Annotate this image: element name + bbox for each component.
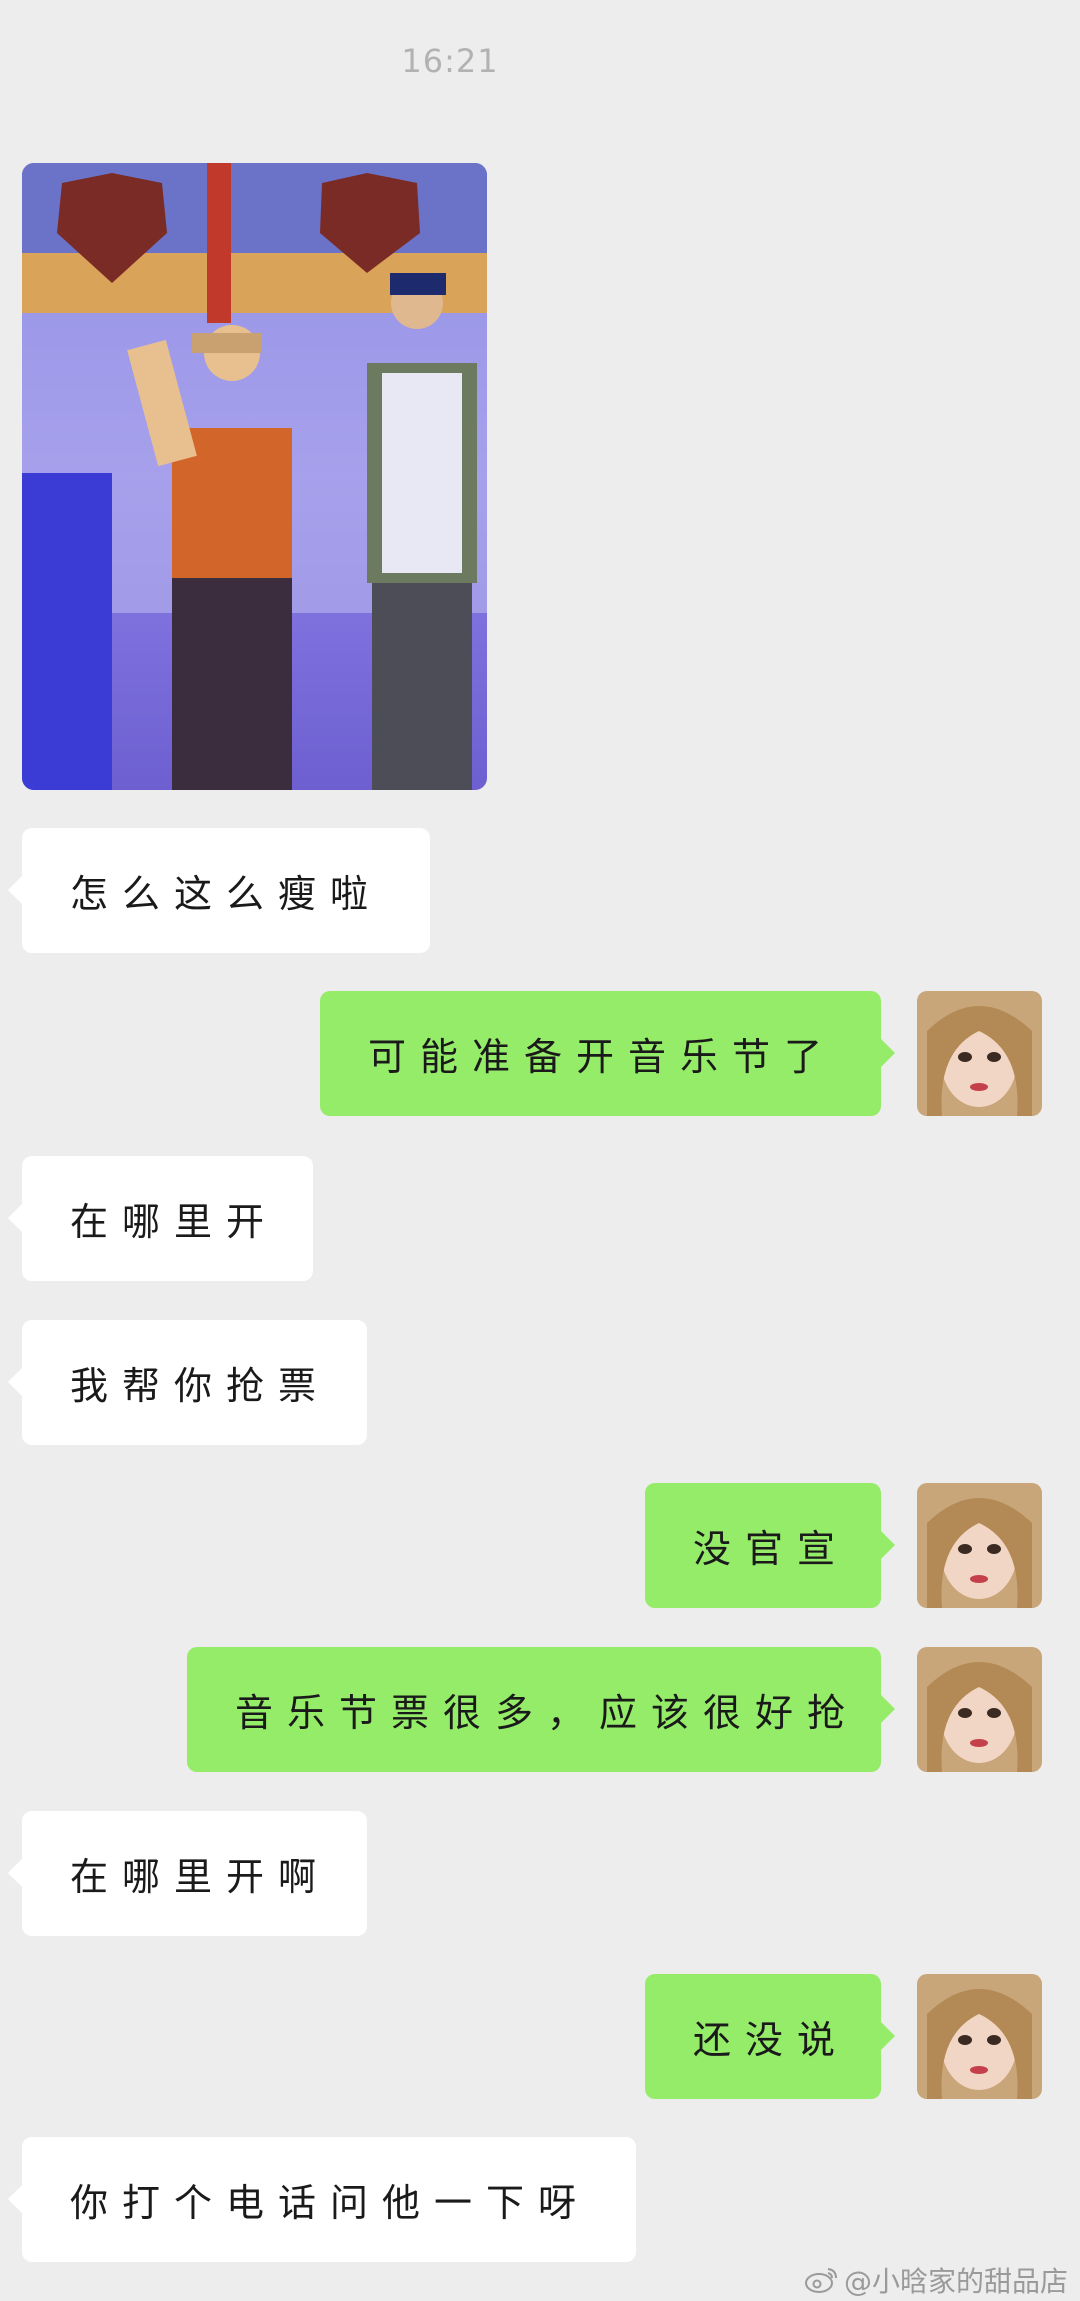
- user-avatar[interactable]: [917, 1974, 1042, 2099]
- photo-thumbnail: [22, 163, 487, 790]
- outgoing-message-bubble[interactable]: 音乐节票很多，应该很好抢: [187, 1647, 895, 1772]
- message-row: 你打个电话问他一下呀: [0, 2137, 1080, 2262]
- message-row: 在哪里开: [0, 1156, 1080, 1281]
- message-row: 可能准备开音乐节了: [0, 991, 1080, 1116]
- message-row: 还没说: [0, 1974, 1080, 2099]
- incoming-message-bubble[interactable]: 你打个电话问他一下呀: [8, 2137, 636, 2262]
- incoming-message-bubble[interactable]: 怎么这么瘦啦: [7, 828, 431, 953]
- outgoing-message-bubble[interactable]: 可能准备开音乐节了: [320, 991, 895, 1116]
- incoming-message-bubble[interactable]: 我帮你抢票: [8, 1320, 367, 1445]
- message-row: 我帮你抢票: [0, 1320, 1080, 1445]
- avatar-image: [917, 991, 1042, 1116]
- message-row: 音乐节票很多，应该很好抢: [0, 1647, 1080, 1772]
- message-timestamp: 16:21: [401, 42, 499, 80]
- weibo-icon: [804, 2268, 837, 2293]
- outgoing-message-bubble[interactable]: 没官宣: [645, 1483, 895, 1608]
- avatar-image: [917, 1974, 1042, 2099]
- message-row: 怎么这么瘦啦: [0, 828, 1080, 953]
- user-avatar[interactable]: [917, 991, 1042, 1116]
- avatar-image: [917, 1483, 1042, 1608]
- watermark: @小晗家的甜品店: [804, 2260, 1068, 2300]
- avatar-image: [917, 1647, 1042, 1772]
- incoming-message-bubble[interactable]: 在哪里开: [8, 1156, 313, 1281]
- user-avatar[interactable]: [917, 1647, 1042, 1772]
- user-avatar[interactable]: [917, 1483, 1042, 1608]
- image-message[interactable]: [22, 163, 487, 790]
- watermark-text: @小晗家的甜品店: [843, 2265, 1068, 2298]
- outgoing-message-bubble[interactable]: 还没说: [645, 1974, 895, 2099]
- incoming-message-bubble[interactable]: 在哪里开啊: [8, 1811, 367, 1936]
- message-row: 在哪里开啊: [0, 1811, 1080, 1936]
- message-row: 没官宣: [0, 1483, 1080, 1608]
